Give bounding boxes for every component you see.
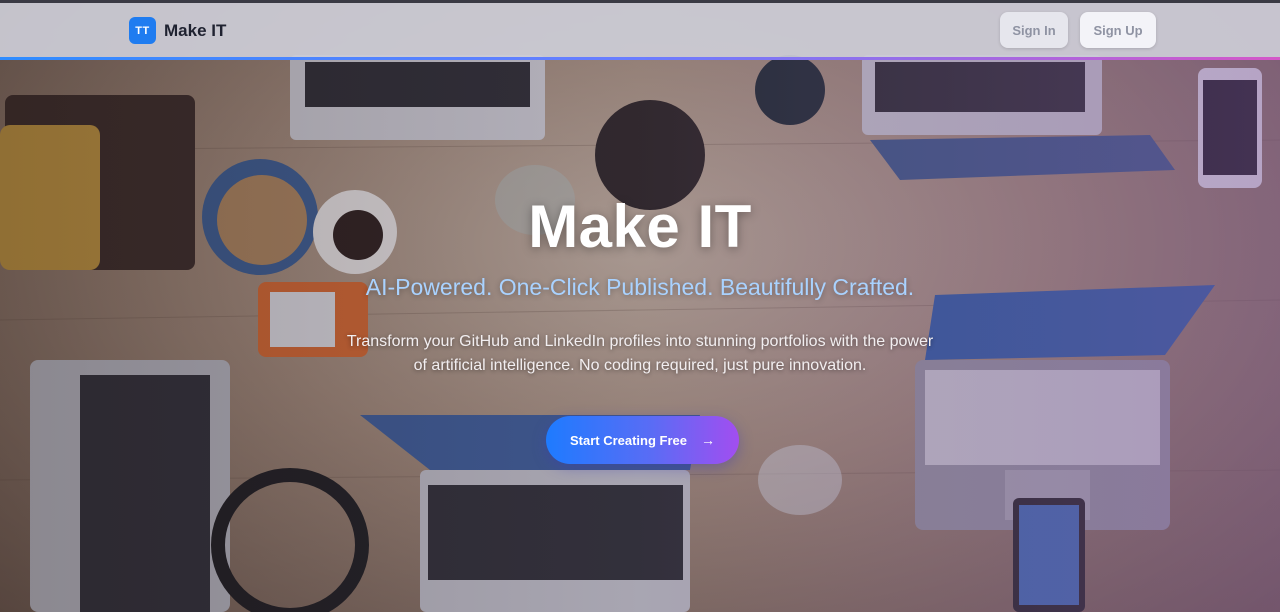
logo-icon: TT (129, 17, 156, 44)
sign-in-button[interactable]: Sign In (1000, 12, 1068, 48)
sign-up-button[interactable]: Sign Up (1080, 12, 1156, 48)
hero-subtitle: AI-Powered. One-Click Published. Beautif… (365, 274, 915, 300)
brand-name: Make IT (164, 20, 227, 40)
start-creating-button[interactable]: Start Creating Free → (546, 416, 739, 464)
hero-title: Make IT (528, 193, 752, 260)
brand[interactable]: TT Make IT (129, 17, 226, 44)
cta-label: Start Creating Free (569, 432, 688, 448)
navbar: TT Make IT Sign In Sign Up (0, 3, 1280, 58)
hero-description: Transform your GitHub and LinkedIn profi… (346, 333, 934, 374)
navbar-accent-line (0, 57, 1280, 60)
hero-background-image (0, 0, 1280, 612)
arrow-right-icon: → (701, 432, 716, 448)
